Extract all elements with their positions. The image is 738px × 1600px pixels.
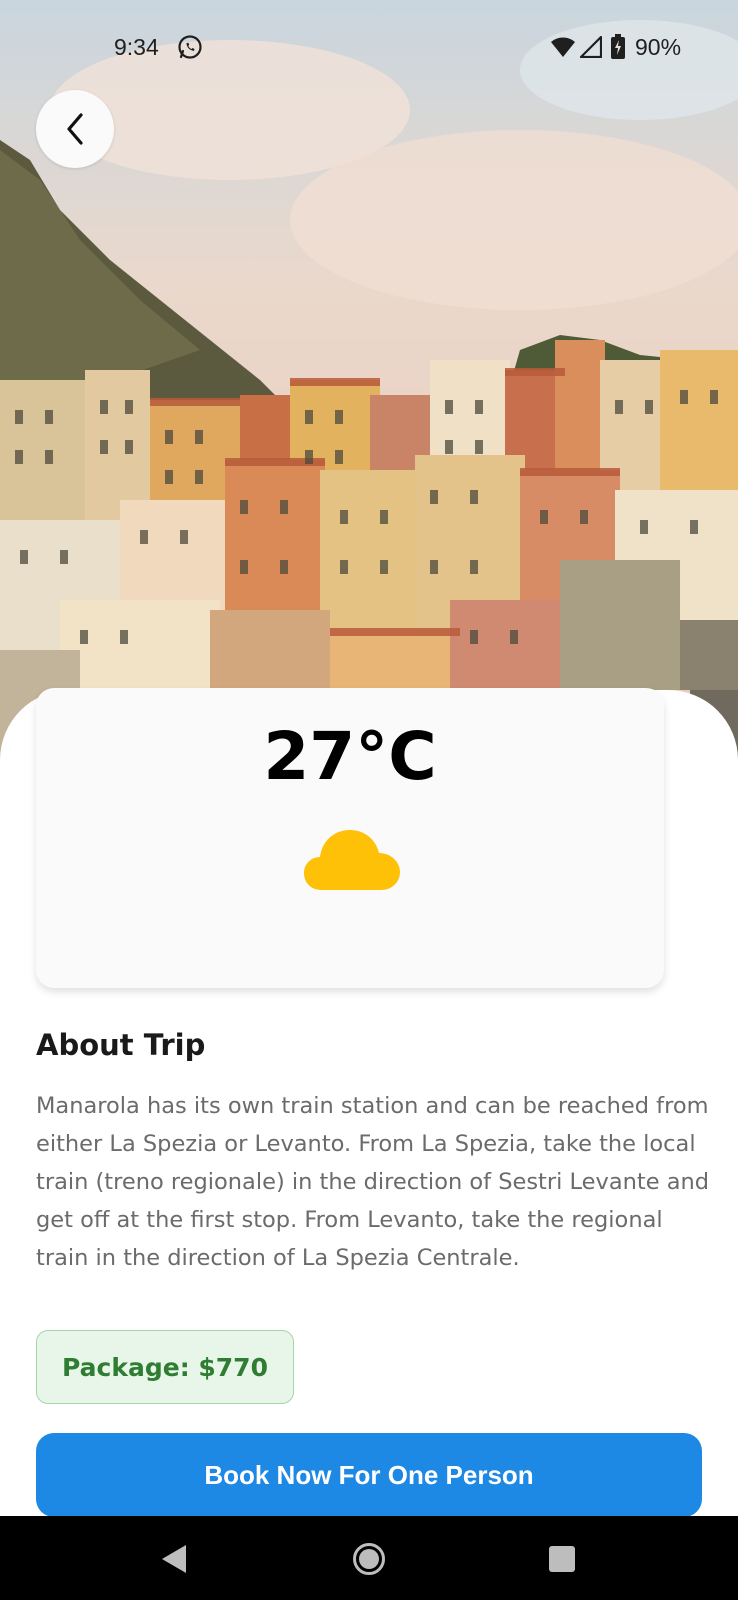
battery-percentage: 90% bbox=[635, 34, 682, 60]
whatsapp-icon bbox=[178, 35, 202, 59]
book-now-button[interactable]: Book Now For One Person bbox=[36, 1433, 702, 1517]
nav-home-icon[interactable] bbox=[352, 1542, 386, 1576]
about-description: Manarola has its own train station and c… bbox=[36, 1093, 710, 1271]
cloud-icon bbox=[304, 830, 400, 890]
temperature: 27°C bbox=[263, 718, 437, 795]
nav-recent-icon[interactable] bbox=[548, 1545, 576, 1573]
system-nav-bar bbox=[0, 1516, 738, 1600]
status-bar: 9:34 90% bbox=[0, 0, 738, 96]
status-time: 9:34 bbox=[114, 34, 159, 60]
battery-charging-icon bbox=[611, 34, 625, 59]
book-now-label: Book Now For One Person bbox=[204, 1459, 534, 1490]
chevron-left-icon bbox=[67, 113, 83, 145]
weather-card: 27°C bbox=[36, 688, 664, 988]
nav-back-icon[interactable] bbox=[160, 1544, 188, 1574]
package-badge: Package: $770 bbox=[36, 1330, 294, 1404]
about-title: About Trip bbox=[36, 1028, 206, 1062]
wifi-icon bbox=[551, 37, 575, 57]
signal-icon bbox=[580, 36, 602, 58]
package-price: Package: $770 bbox=[62, 1352, 268, 1382]
back-button[interactable] bbox=[36, 90, 114, 168]
